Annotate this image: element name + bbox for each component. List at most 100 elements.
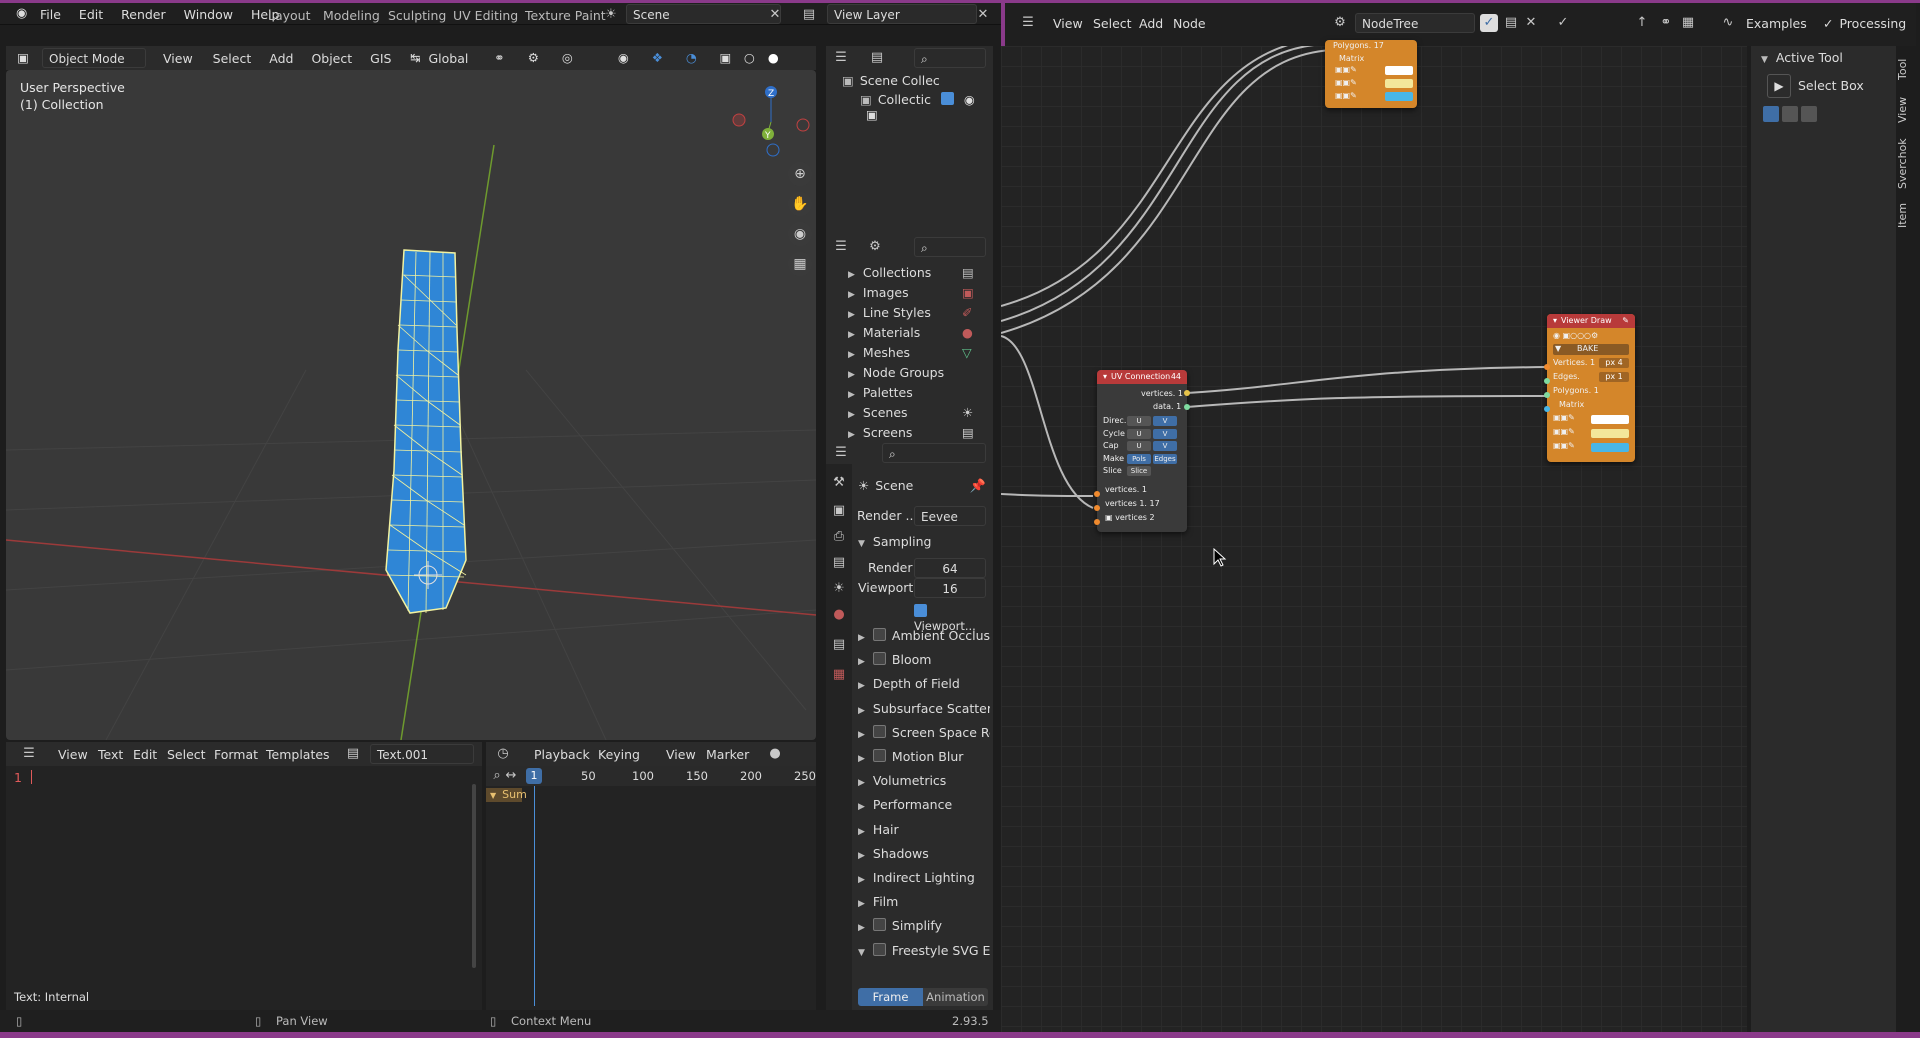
uv-input-socket[interactable] bbox=[1094, 505, 1100, 511]
view-layer-tab-icon[interactable]: ▤ bbox=[830, 554, 848, 572]
uv-param-toggle[interactable]: Pols bbox=[1127, 453, 1151, 464]
data-item-line-styles[interactable]: ▶ Line Styles ✐ bbox=[848, 305, 972, 320]
edge-width-field[interactable]: px 1 bbox=[1599, 372, 1629, 382]
viewport-menu-object[interactable]: Object bbox=[311, 51, 352, 66]
render-tab-icon[interactable]: ▣ bbox=[830, 502, 848, 520]
node-tree-name-field[interactable]: NodeTree bbox=[1355, 13, 1475, 33]
text-menu-text[interactable]: Text bbox=[98, 747, 123, 762]
timeline-menu-view[interactable]: View bbox=[666, 747, 696, 762]
select-box-tool-icon[interactable]: ▶ bbox=[1767, 74, 1791, 98]
vertex-size-field[interactable]: px 4 bbox=[1599, 358, 1629, 368]
pivot-icon[interactable]: ⚭ bbox=[490, 49, 508, 67]
select-mode-extend-icon[interactable] bbox=[1782, 106, 1798, 122]
duplicate-icon[interactable]: ▤ bbox=[1502, 14, 1520, 32]
tab-modeling[interactable]: Modeling bbox=[323, 8, 380, 23]
timeline-menu-playback[interactable]: Playback bbox=[534, 747, 590, 762]
viewer-toggle-icons[interactable]: ◉ ▣○○○⚙ bbox=[1553, 331, 1598, 340]
scene-tab-icon[interactable]: ☀ bbox=[830, 580, 848, 598]
blend-data-search[interactable]: ⌕ bbox=[914, 237, 986, 257]
summary-row[interactable]: ▼ Sum bbox=[486, 788, 527, 802]
view-layer-icon[interactable]: ▤ bbox=[800, 6, 818, 24]
timeline[interactable]: ◷ Playback Keying View Marker ● ⌕ ↔ 1 50… bbox=[486, 742, 816, 1010]
node-editor-canvas[interactable]: Polygons. 17 Matrix ▣▣✎ ▣▣✎ ▣▣✎ ▾ UV Conn… bbox=[1001, 40, 1747, 1032]
viewport-menu-view[interactable]: View bbox=[163, 51, 193, 66]
section-enable-checkbox[interactable] bbox=[872, 628, 886, 641]
scene-field[interactable]: Scene bbox=[626, 4, 781, 24]
viewer-draw-node[interactable]: ▾ Viewer Draw ✎ ◉ ▣○○○⚙ ▼ BAKE Vertices. … bbox=[1547, 314, 1635, 462]
3d-viewport[interactable]: Z Y User Perspective (1) Collection ⊕ ✋ … bbox=[6, 70, 816, 740]
properties-section-header[interactable]: ▼Freestyle SVG Expo... bbox=[858, 942, 990, 958]
collection-row[interactable]: ▣ Collectic ◉ ▣ bbox=[860, 92, 993, 122]
proportional-edit-icon[interactable]: ◎ bbox=[558, 49, 576, 67]
active-tool-header[interactable]: ▼ Active Tool bbox=[1761, 50, 1843, 65]
blend-file-icon[interactable]: ⚙ bbox=[866, 238, 884, 256]
properties-section-header[interactable]: ▶ Depth of Field bbox=[858, 676, 990, 691]
sidebar-tab-sverchok[interactable]: Sverchok bbox=[1896, 138, 1916, 190]
editor-type-icon[interactable]: ☰ bbox=[832, 444, 850, 462]
uv-output-socket[interactable] bbox=[1184, 404, 1190, 410]
current-frame-marker[interactable]: 1 bbox=[526, 768, 542, 784]
uv-param-toggle[interactable]: U bbox=[1127, 428, 1151, 439]
uv-param-toggle[interactable]: U bbox=[1127, 416, 1151, 426]
shading-solid-icon[interactable]: ● bbox=[764, 49, 782, 67]
properties-section-header[interactable]: ▶ Shadows bbox=[858, 846, 990, 861]
uv-input-socket[interactable] bbox=[1094, 491, 1100, 497]
tab-sculpting[interactable]: Sculpting bbox=[388, 8, 446, 23]
uv-param-toggle[interactable]: V bbox=[1153, 428, 1177, 439]
properties-section-header[interactable]: ▶ Performance bbox=[858, 797, 990, 812]
uv-connection-node[interactable]: ▾ UV Connection 44 vertices. 1 data. 1 Di… bbox=[1097, 370, 1187, 532]
pin-icon[interactable]: 📌 bbox=[969, 478, 987, 496]
section-enable-checkbox[interactable] bbox=[872, 652, 886, 666]
top-viewer-node[interactable]: Polygons. 17 Matrix ▣▣✎ ▣▣✎ ▣▣✎ bbox=[1325, 40, 1417, 108]
zoom-icon[interactable]: ⊕ bbox=[788, 162, 812, 186]
data-item-meshes[interactable]: ▶ Meshes ▽ bbox=[848, 345, 972, 360]
menu-file[interactable]: File bbox=[40, 7, 61, 22]
display-mode-icon[interactable]: ▤ bbox=[868, 49, 886, 67]
viewer-input-socket[interactable] bbox=[1544, 406, 1550, 412]
node-toggle-icons[interactable]: ▣▣✎ bbox=[1335, 78, 1357, 87]
view-layer-close-icon[interactable]: ✕ bbox=[974, 6, 992, 24]
object-mode-select[interactable]: Object Mode bbox=[42, 48, 146, 68]
viewport-samples-field[interactable]: 16 bbox=[914, 578, 986, 598]
unlink-icon[interactable]: ✕ bbox=[1522, 14, 1540, 32]
node-toggle-icons[interactable]: ▣▣✎ bbox=[1335, 65, 1357, 74]
viewer-input-socket[interactable] bbox=[1544, 364, 1550, 370]
section-enable-checkbox[interactable] bbox=[872, 749, 886, 762]
uv-param-toggle[interactable]: Edges bbox=[1153, 453, 1177, 464]
fake-user-shield-icon[interactable]: ✓ bbox=[1480, 14, 1498, 32]
gizmo-toggle-icon[interactable]: ❖ bbox=[648, 49, 666, 67]
uv-node-header[interactable]: ▾ UV Connection 44 bbox=[1097, 370, 1187, 384]
text-menu-edit[interactable]: Edit bbox=[133, 747, 157, 762]
camera-view-icon[interactable]: ◉ bbox=[788, 222, 812, 246]
viewport-menu-gis[interactable]: GIS bbox=[370, 51, 391, 66]
sampling-header[interactable]: ▼ Sampling bbox=[858, 534, 931, 549]
animation-tab[interactable]: Animation bbox=[923, 988, 988, 1006]
sidebar-tab-item[interactable]: Item bbox=[1896, 200, 1916, 230]
node-menu-select[interactable]: Select bbox=[1093, 16, 1132, 31]
uv-param-toggle[interactable]: Slice bbox=[1127, 466, 1151, 476]
camera-icon[interactable]: ▣ bbox=[866, 107, 878, 122]
sverchok-icon[interactable]: ∿ bbox=[1719, 14, 1737, 32]
node-tree-browse-icon[interactable]: ⚙ bbox=[1331, 14, 1349, 32]
properties-search[interactable]: ⌕ bbox=[882, 443, 986, 463]
data-item-collections[interactable]: ▶ Collections ▤ bbox=[848, 265, 974, 280]
visibility-icon[interactable]: ◉ bbox=[614, 49, 632, 67]
timeline-menu-keying[interactable]: Keying bbox=[598, 747, 640, 762]
text-scrollbar[interactable] bbox=[472, 784, 476, 968]
uv-param-toggle[interactable]: U bbox=[1127, 441, 1151, 451]
viewer-input-socket[interactable] bbox=[1544, 378, 1550, 384]
select-mode-new-icon[interactable] bbox=[1763, 106, 1779, 122]
node-toggle-icons[interactable]: ▣▣✎ bbox=[1553, 413, 1575, 422]
timeline-menu-marker[interactable]: Marker bbox=[706, 747, 749, 762]
sidebar-tab-tool[interactable]: Tool bbox=[1896, 52, 1916, 86]
section-enable-checkbox[interactable] bbox=[872, 942, 886, 956]
data-item-node-groups[interactable]: ▶ Node Groups bbox=[848, 365, 944, 380]
section-enable-checkbox[interactable] bbox=[872, 918, 886, 932]
xray-icon[interactable]: ▣ bbox=[716, 49, 734, 67]
text-menu-templates[interactable]: Templates bbox=[266, 747, 330, 762]
world-tab-icon[interactable]: ● bbox=[830, 606, 848, 624]
overlay-toggle-icon[interactable]: ◔ bbox=[682, 49, 700, 67]
record-icon[interactable]: ● bbox=[766, 745, 784, 763]
text-editor[interactable]: ☰ View Text Edit Select Format Templates… bbox=[6, 742, 482, 1010]
bake-button[interactable]: ▼ BAKE bbox=[1553, 344, 1629, 355]
